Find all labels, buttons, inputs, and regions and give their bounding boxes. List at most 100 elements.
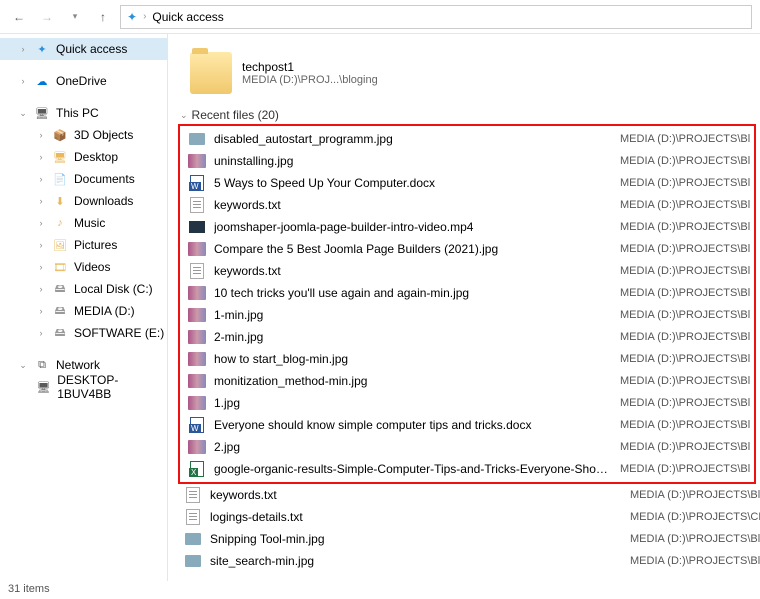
file-name: how to start_blog-min.jpg	[214, 352, 612, 366]
address-bar[interactable]: ✦ › Quick access	[120, 5, 752, 29]
file-path: MEDIA (D:)\PROJECTS\Blogs\b	[620, 221, 750, 233]
image-thumb-icon	[188, 241, 206, 257]
sidebar-network-pc[interactable]: 🖥 DESKTOP-1BUV4BB	[0, 376, 167, 398]
file-name: keywords.txt	[214, 264, 612, 278]
status-bar: 31 items	[0, 581, 58, 599]
chevron-right-icon: ›	[36, 262, 46, 272]
file-row[interactable]: google-organic-results-Simple-Computer-T…	[182, 458, 750, 480]
sidebar-item[interactable]: › 🎞 Videos	[0, 256, 167, 278]
sidebar-label: Videos	[74, 260, 110, 274]
quick-access-icon: ✦	[34, 41, 50, 57]
file-name: Everyone should know simple computer tip…	[214, 418, 612, 432]
file-row[interactable]: 5 Ways to Speed Up Your Computer.docxMED…	[182, 172, 750, 194]
sidebar-item[interactable]: ›🖴MEDIA (D:)	[0, 300, 167, 322]
file-row[interactable]: 1-min.jpgMEDIA (D:)\PROJECTS\Blogs\b	[182, 304, 750, 326]
sidebar-item[interactable]: ›🖼Pictures	[0, 234, 167, 256]
image-icon	[184, 553, 202, 569]
pc-icon: 🖥	[36, 379, 51, 395]
file-row[interactable]: keywords.txt MEDIA (D:)\PROJECTS\Blogs\b	[182, 260, 750, 282]
file-path: MEDIA (D:)\PROJECTS\Blogs\b	[630, 555, 760, 567]
chevron-right-icon: ›	[18, 76, 28, 86]
sidebar-label: Pictures	[74, 238, 117, 252]
section-header[interactable]: ⌄ Recent files (20)	[178, 102, 760, 124]
sidebar-label: Network	[56, 358, 100, 372]
word-icon	[188, 175, 206, 191]
chevron-right-icon: ›	[36, 328, 46, 338]
file-name: 1.jpg	[214, 396, 612, 410]
file-row[interactable]: Snipping Tool-min.jpgMEDIA (D:)\PROJECTS…	[178, 528, 760, 550]
text-icon	[188, 197, 206, 213]
file-row[interactable]: site_search-min.jpg MEDIA (D:)\PROJECTS\B…	[178, 550, 760, 572]
image-thumb-icon	[188, 285, 206, 301]
sidebar-onedrive[interactable]: › ☁ OneDrive	[0, 70, 167, 92]
file-name: site_search-min.jpg	[210, 554, 622, 568]
image-thumb-icon	[188, 373, 206, 389]
file-name: keywords.txt	[210, 488, 622, 502]
recent-dropdown[interactable]: ▾	[64, 6, 86, 28]
file-path: MEDIA (D:)\PROJECTS\Blogs\b	[620, 265, 750, 277]
sidebar-item[interactable]: › 🖥 Desktop	[0, 146, 167, 168]
sidebar-quick-access[interactable]: › ✦ Quick access	[0, 38, 167, 60]
pc-icon: 🖥	[34, 105, 50, 121]
back-button[interactable]: ←	[8, 6, 30, 28]
image-icon	[188, 131, 206, 147]
breadcrumb[interactable]: Quick access	[152, 10, 223, 24]
file-name: joomshaper-joomla-page-builder-intro-vid…	[214, 220, 612, 234]
file-row[interactable]: disabled_autostart_programm.jpgMEDIA (D:…	[182, 128, 750, 150]
nav-tree: › ✦ Quick access › ☁ OneDrive ⌄ 🖥 This P…	[0, 34, 168, 581]
file-row[interactable]: logings-details.txtMEDIA (D:)\PROJECTS\C…	[178, 506, 760, 528]
file-name: 10 tech tricks you'll use again and agai…	[214, 286, 612, 300]
sidebar-item[interactable]: ›♪Music	[0, 212, 167, 234]
image-thumb-icon	[188, 329, 206, 345]
video-icon	[188, 219, 206, 235]
sidebar-label: Desktop	[74, 150, 118, 164]
file-row[interactable]: uninstalling.jpgMEDIA (D:)\PROJECTS\Blog…	[182, 150, 750, 172]
folder-icon: 📄	[52, 171, 68, 187]
file-row[interactable]: keywords.txtMEDIA (D:)\PROJECTS\Blogs\b	[182, 194, 750, 216]
image-thumb-icon	[188, 439, 206, 455]
chevron-right-icon: ›	[36, 240, 46, 250]
file-row[interactable]: Everyone should know simple computer tip…	[182, 414, 750, 436]
drive-icon: 🖴	[52, 325, 68, 341]
file-path: MEDIA (D:)\PROJECTS\Blogs\b	[620, 309, 750, 321]
folder-icon: 🖥	[52, 149, 68, 165]
file-row[interactable]: joomshaper-joomla-page-builder-intro-vid…	[182, 216, 750, 238]
file-path: MEDIA (D:)\PROJECTS\Blogs\b	[620, 441, 750, 453]
file-path: MEDIA (D:)\PROJECTS\Blogs\b	[620, 419, 750, 431]
sidebar-this-pc[interactable]: ⌄ 🖥 This PC	[0, 102, 167, 124]
file-row[interactable]: monitization_method-min.jpgMEDIA (D:)\PR…	[182, 370, 750, 392]
chevron-right-icon: ›	[36, 174, 46, 184]
text-icon	[184, 487, 202, 503]
image-thumb-icon	[188, 307, 206, 323]
file-row[interactable]: keywords.txtMEDIA (D:)\PROJECTS\Blogs\b	[178, 484, 760, 506]
up-button[interactable]: ↑	[92, 6, 114, 28]
file-path: MEDIA (D:)\PROJECTS\Blogs\b	[620, 331, 750, 343]
folder-icon: ♪	[52, 215, 68, 231]
chevron-right-icon: ›	[36, 196, 46, 206]
sidebar-item[interactable]: ›📄Documents	[0, 168, 167, 190]
sidebar-item[interactable]: ›🖴Local Disk (C:)	[0, 278, 167, 300]
file-name: disabled_autostart_programm.jpg	[214, 132, 612, 146]
file-path: MEDIA (D:)\PROJECTS\Blogs\b	[620, 397, 750, 409]
file-row[interactable]: Compare the 5 Best Joomla Page Builders …	[182, 238, 750, 260]
file-row[interactable]: 2.jpgMEDIA (D:)\PROJECTS\Blogs\b	[182, 436, 750, 458]
sidebar-item[interactable]: ›⬇Downloads	[0, 190, 167, 212]
folder-icon: 🎞	[52, 259, 68, 275]
file-row[interactable]: 10 tech tricks you'll use again and agai…	[182, 282, 750, 304]
folder-name: techpost1	[242, 60, 378, 74]
frequent-folder[interactable]: techpost1 MEDIA (D:)\PROJ...\bloging	[178, 40, 760, 102]
chevron-right-icon: ›	[36, 152, 46, 162]
file-row[interactable]: how to start_blog-min.jpgMEDIA (D:)\PROJ…	[182, 348, 750, 370]
file-name: keywords.txt	[214, 198, 612, 212]
file-row[interactable]: 1.jpg MEDIA (D:)\PROJECTS\Blogs\b	[182, 392, 750, 414]
file-row[interactable]: 2-min.jpgMEDIA (D:)\PROJECTS\Blogs\b	[182, 326, 750, 348]
chevron-down-icon: ⌄	[18, 360, 28, 371]
file-path: MEDIA (D:)\PROJECTS\Blogs\b	[620, 375, 750, 387]
file-name: uninstalling.jpg	[214, 154, 612, 168]
chevron-right-icon: ›	[18, 44, 28, 54]
section-label: Recent files (20)	[192, 108, 279, 122]
forward-button[interactable]: →	[36, 6, 58, 28]
sidebar-item[interactable]: ›🖴SOFTWARE (E:)	[0, 322, 167, 344]
sidebar-label: Local Disk (C:)	[74, 282, 153, 296]
sidebar-item[interactable]: ›📦3D Objects	[0, 124, 167, 146]
